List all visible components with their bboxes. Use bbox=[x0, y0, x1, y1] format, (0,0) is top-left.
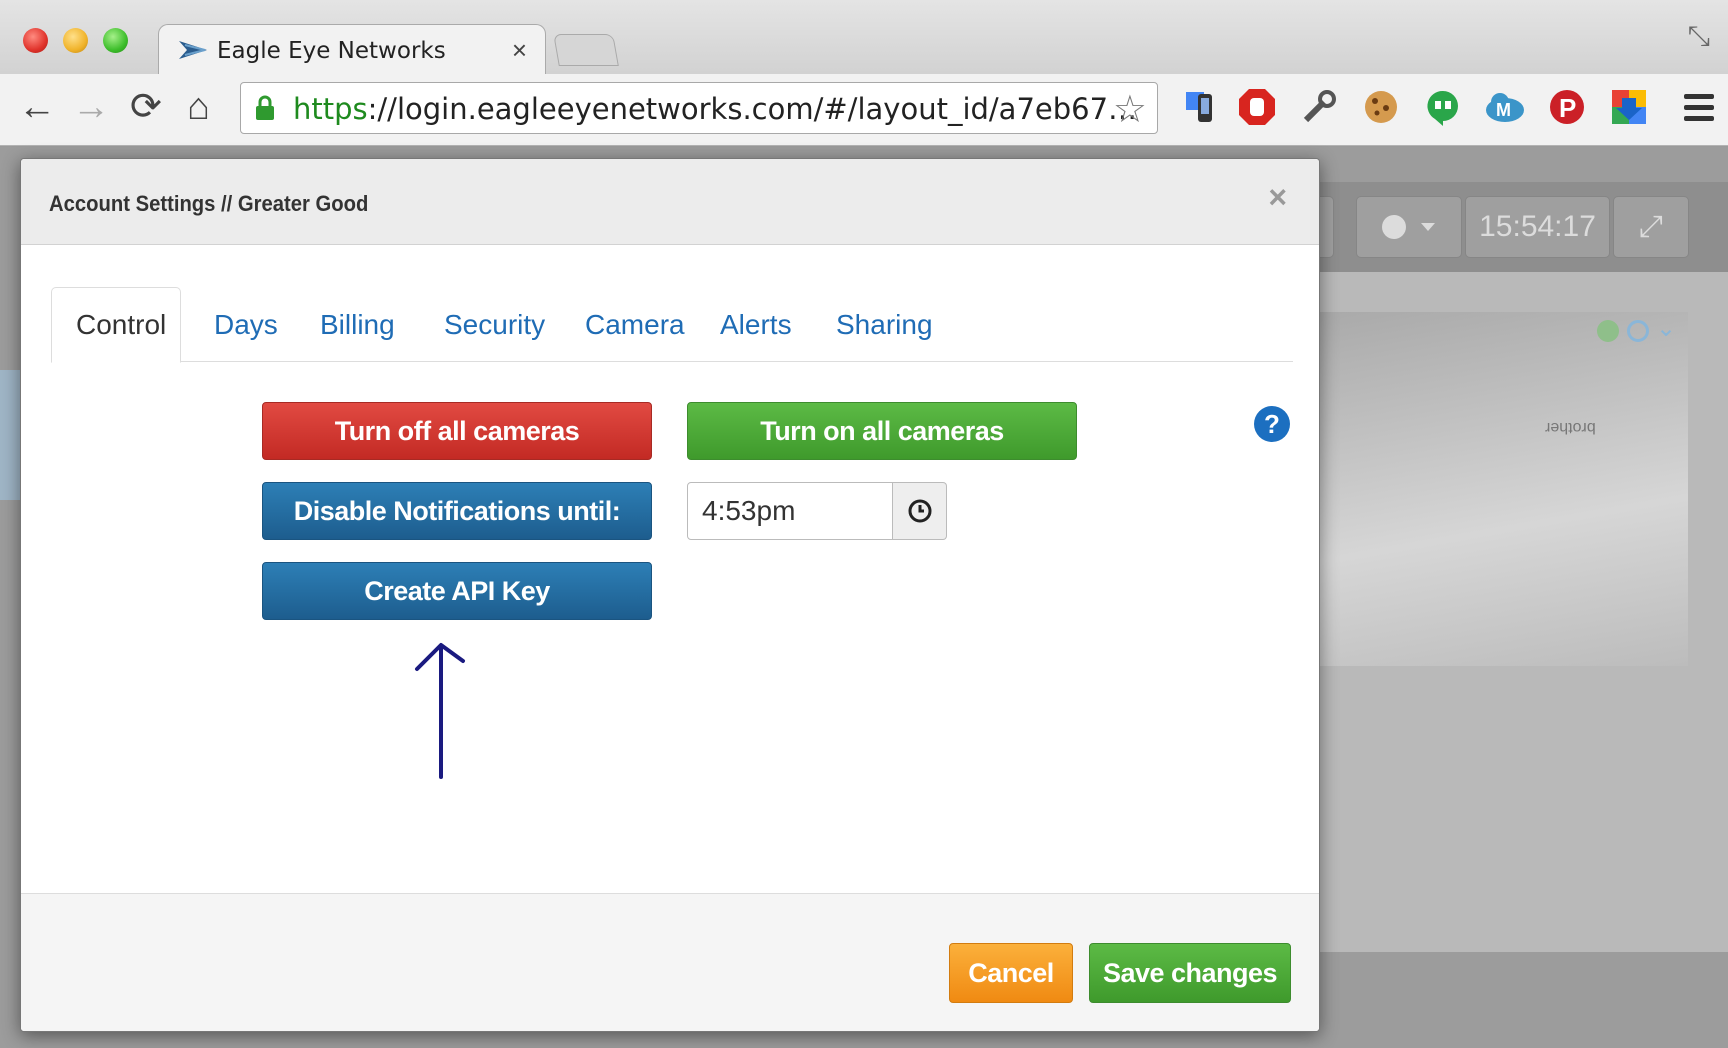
google-voice-icon[interactable] bbox=[1180, 86, 1222, 128]
tab-security[interactable]: Security bbox=[420, 287, 569, 362]
reload-icon[interactable]: ⟳ bbox=[130, 88, 162, 126]
settings-tabs: Control Days Billing Security Camera Ale… bbox=[51, 287, 1293, 363]
annotation-arrow-icon bbox=[415, 643, 465, 779]
tab-label: Alerts bbox=[720, 308, 792, 340]
m-cloud-icon[interactable]: M bbox=[1484, 86, 1526, 128]
background-clock: 15:54:17 bbox=[1465, 196, 1610, 258]
modal-footer: Cancel Save changes bbox=[21, 893, 1319, 1031]
tab-label: Sharing bbox=[836, 308, 933, 340]
background-camera-thumbnail bbox=[1300, 312, 1688, 666]
new-tab-button[interactable] bbox=[553, 34, 619, 66]
modal-header: Account Settings // Greater Good × bbox=[21, 159, 1319, 245]
url-path: ://login.eagleeyenetworks.com/#/layout_i… bbox=[367, 92, 1138, 126]
notification-time-input[interactable]: 4:53pm bbox=[687, 482, 893, 540]
cancel-button[interactable]: Cancel bbox=[949, 943, 1073, 1003]
tab-close-icon[interactable]: × bbox=[512, 35, 527, 66]
window-close-button[interactable] bbox=[23, 28, 48, 53]
modal-close-icon[interactable]: × bbox=[1268, 179, 1287, 216]
download-icon[interactable] bbox=[1608, 86, 1650, 128]
lock-icon bbox=[256, 95, 274, 120]
save-changes-button[interactable]: Save changes bbox=[1089, 943, 1291, 1003]
tab-camera[interactable]: Camera bbox=[561, 287, 709, 362]
window-minimize-button[interactable] bbox=[63, 28, 88, 53]
address-bar[interactable]: https://login.eagleeyenetworks.com/#/lay… bbox=[240, 82, 1158, 134]
clock-icon bbox=[908, 499, 931, 523]
browser-tab-bar: Eagle Eye Networks × ⤡ bbox=[0, 0, 1728, 76]
chrome-menu-icon[interactable] bbox=[1684, 94, 1714, 122]
browser-tab[interactable]: Eagle Eye Networks × bbox=[158, 24, 546, 76]
home-icon[interactable]: ⌂ bbox=[187, 88, 210, 126]
window-zoom-button[interactable] bbox=[103, 28, 128, 53]
fullscreen-icon[interactable]: ⤡ bbox=[1688, 20, 1710, 53]
eagle-logo-icon bbox=[179, 41, 207, 59]
background-expand-icon: ⤢ bbox=[1613, 196, 1689, 258]
turn-off-all-cameras-button[interactable]: Turn off all cameras bbox=[262, 402, 652, 460]
browser-toolbar: ← → ⟳ ⌂ https://login.eagleeyenetworks.c… bbox=[0, 74, 1728, 146]
background-sidebar-strip bbox=[0, 370, 20, 500]
time-picker-button[interactable] bbox=[893, 482, 947, 540]
hangouts-icon[interactable] bbox=[1422, 86, 1464, 128]
background-status-dot bbox=[1597, 320, 1619, 342]
tab-alerts[interactable]: Alerts bbox=[696, 287, 816, 362]
tab-sharing[interactable]: Sharing bbox=[812, 287, 957, 362]
svg-text:P: P bbox=[1559, 93, 1576, 123]
background-clock-icon bbox=[1627, 320, 1649, 342]
background-camera-label: brother bbox=[1545, 419, 1596, 436]
turn-on-all-cameras-button[interactable]: Turn on all cameras bbox=[687, 402, 1077, 460]
tab-label: Billing bbox=[320, 308, 395, 340]
disable-notifications-button[interactable]: Disable Notifications until: bbox=[262, 482, 652, 540]
pinterest-icon[interactable]: P bbox=[1546, 86, 1588, 128]
forward-icon[interactable]: → bbox=[72, 88, 110, 126]
tab-billing[interactable]: Billing bbox=[296, 287, 419, 362]
back-icon[interactable]: ← bbox=[18, 88, 56, 126]
adblock-icon[interactable] bbox=[1236, 86, 1278, 128]
help-icon[interactable]: ? bbox=[1254, 406, 1290, 442]
background-chevron-icon: ⌄ bbox=[1656, 315, 1677, 342]
bookmark-star-icon[interactable]: ☆ bbox=[1113, 87, 1147, 132]
modal-title: Account Settings // Greater Good bbox=[49, 191, 369, 216]
tab-title: Eagle Eye Networks bbox=[217, 38, 446, 64]
cookie-icon[interactable] bbox=[1360, 86, 1402, 128]
account-settings-modal: Account Settings // Greater Good × Contr… bbox=[20, 158, 1320, 1032]
background-globe-button bbox=[1356, 196, 1462, 258]
tab-days[interactable]: Days bbox=[190, 287, 302, 362]
svg-text:M: M bbox=[1496, 100, 1511, 120]
wrench-icon[interactable] bbox=[1298, 86, 1340, 128]
url-text: https://login.eagleeyenetworks.com/#/lay… bbox=[293, 92, 1137, 126]
tab-label: Days bbox=[214, 308, 278, 340]
tab-control[interactable]: Control bbox=[51, 287, 181, 363]
tab-label: Camera bbox=[585, 308, 685, 340]
tab-label: Security bbox=[444, 308, 546, 340]
create-api-key-button[interactable]: Create API Key bbox=[262, 562, 652, 620]
url-scheme: https bbox=[293, 92, 368, 126]
tab-label: Control bbox=[76, 309, 167, 340]
